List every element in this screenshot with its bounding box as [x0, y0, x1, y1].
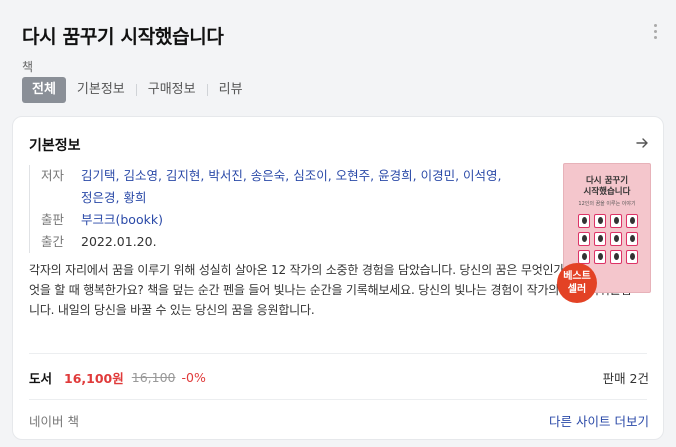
divider — [29, 353, 647, 354]
book-info: 저자 김기택, 김소영, 김지현, 박서진, 송은숙, 심조이, 오현주, 윤경… — [29, 165, 549, 253]
cover-subtitle: 12인의 꿈을 이루는 이야기 — [578, 201, 636, 207]
header: 다시 꿈꾸기 시작했습니다 책 — [22, 22, 224, 75]
arrow-right-icon[interactable] — [635, 135, 649, 154]
more-sites-link[interactable]: 다른 사이트 더보기 — [549, 411, 649, 430]
author-line-2[interactable]: 정은경, 황희 — [81, 190, 146, 205]
cover-title: 다시 꿈꾸기 시작했습니다 — [583, 176, 631, 197]
author-row: 저자 김기택, 김소영, 김지현, 박서진, 송은숙, 심조이, 오현주, 윤경… — [29, 165, 549, 209]
card-title: 기본정보 — [29, 138, 81, 154]
author-line-1[interactable]: 김기택, 김소영, 김지현, 박서진, 송은숙, 심조이, 오현주, 윤경희, … — [81, 168, 502, 183]
publisher-link[interactable]: 부크크(bookk) — [69, 209, 163, 231]
info-divider-bar — [29, 165, 30, 253]
date-row: 출간 2022.01.20. — [29, 231, 549, 253]
book-description: 각자의 자리에서 꿈을 이루기 위해 성실히 살아온 12 작가의 소중한 경험… — [29, 263, 632, 317]
divider — [29, 399, 647, 400]
publisher-label: 출판 — [41, 212, 65, 227]
tab-reviews[interactable]: 리뷰 — [208, 77, 254, 103]
tab-basic-info[interactable]: 기본정보 — [66, 77, 136, 103]
author-label: 저자 — [41, 168, 65, 183]
sale-price: 16,100원 — [64, 370, 124, 386]
tab-all[interactable]: 전체 — [22, 77, 66, 103]
publisher-row: 출판 부크크(bookk) — [29, 209, 549, 231]
original-price: 16,100 — [131, 369, 176, 385]
price-label: 도서 — [29, 370, 53, 386]
tab-purchase-info[interactable]: 구매정보 — [137, 77, 207, 103]
price-row: 도서 16,100원 16,100 -0% 판매 2건 — [29, 367, 649, 387]
sales-count: 판매 2건 — [602, 370, 649, 386]
source-label: 네이버 책 — [29, 414, 79, 429]
more-vertical-icon[interactable] — [652, 24, 658, 42]
cover-illustration — [578, 214, 638, 264]
page-title: 다시 꿈꾸기 시작했습니다 — [22, 26, 224, 48]
date-label: 출간 — [41, 234, 65, 249]
page-subtitle: 책 — [22, 60, 34, 74]
discount-rate: -0% — [181, 369, 206, 385]
bestseller-badge: 베스트 셀러 — [557, 263, 597, 303]
tab-bar: 전체 기본정보 구매정보 리뷰 — [22, 77, 254, 103]
publish-date: 2022.01.20. — [81, 234, 157, 249]
author-list[interactable]: 김기택, 김소영, 김지현, 박서진, 송은숙, 심조이, 오현주, 윤경희, … — [69, 165, 502, 209]
card-footer: 네이버 책 다른 사이트 더보기 — [29, 411, 649, 430]
basic-info-card: 기본정보 저자 김기택, 김소영, 김지현, 박서진, 송은숙, 심조이, 오현… — [12, 116, 664, 440]
book-panel: 다시 꿈꾸기 시작했습니다 책 전체 기본정보 구매정보 리뷰 기본정보 저자 … — [0, 0, 676, 447]
